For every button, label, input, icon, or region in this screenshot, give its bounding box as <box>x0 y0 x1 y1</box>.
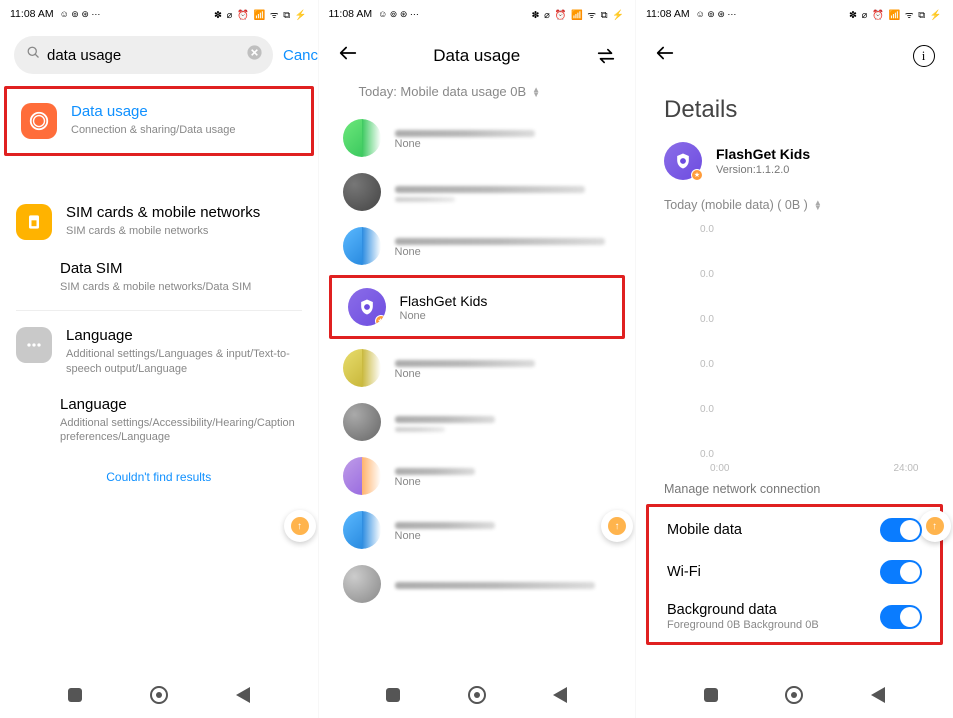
app-row-blurred[interactable]: None <box>319 503 636 557</box>
sort-icon: ▲▼ <box>532 87 540 97</box>
app-row-blurred[interactable]: None <box>319 341 636 395</box>
more-icon <box>16 327 52 363</box>
toggles-highlight: Mobile data Wi-Fi Background data Foregr… <box>646 504 943 645</box>
sim-icon <box>16 204 52 240</box>
result-path: Additional settings/Languages & input/Te… <box>66 347 302 376</box>
nav-home-icon[interactable] <box>150 686 168 704</box>
app-icon <box>343 119 381 157</box>
toggle-switch[interactable] <box>880 518 922 542</box>
flashget-kids-icon: ★ <box>664 142 702 180</box>
result-path: Additional settings/Accessibility/Hearin… <box>60 416 302 445</box>
chart-x-axis: 0:00 24:00 <box>710 463 919 474</box>
app-name: FlashGet Kids <box>400 293 488 309</box>
page-title: Data usage <box>433 46 520 66</box>
nav-recents-icon[interactable] <box>386 688 400 702</box>
result-data-usage[interactable]: Data usage Connection & sharing/Data usa… <box>17 97 301 145</box>
app-row-flashget-highlight: ★ FlashGet Kids None <box>329 275 626 339</box>
app-icon <box>343 349 381 387</box>
data-usage-icon <box>21 103 57 139</box>
app-icon <box>343 565 381 603</box>
app-icon <box>343 511 381 549</box>
result-data-usage-highlight: Data usage Connection & sharing/Data usa… <box>4 86 314 156</box>
back-icon[interactable] <box>654 42 676 70</box>
app-row-blurred[interactable] <box>319 395 636 449</box>
toggle-switch[interactable] <box>880 560 922 584</box>
app-icon <box>343 173 381 211</box>
app-row-blurred[interactable]: None <box>319 219 636 273</box>
today-usage-filter[interactable]: Today: Mobile data usage 0B ▲▼ <box>319 78 636 111</box>
chart-y-axis: 0.0 0.0 0.0 0.0 0.0 0.0 <box>700 224 714 494</box>
toggle-background-data[interactable]: Background data Foreground 0B Background… <box>657 593 932 640</box>
app-row-blurred[interactable]: None <box>319 449 636 503</box>
info-icon[interactable]: i <box>913 45 935 67</box>
app-name: FlashGet Kids <box>716 146 810 162</box>
search-icon <box>26 45 41 65</box>
floating-action-button[interactable]: ↑ <box>601 510 633 542</box>
toggle-label: Wi-Fi <box>667 564 701 580</box>
page-title: Details <box>636 78 953 136</box>
result-data-sim[interactable]: Data SIM SIM cards & mobile networks/Dat… <box>0 250 318 304</box>
app-row-blurred[interactable] <box>319 165 636 219</box>
result-path: SIM cards & mobile networks/Data SIM <box>60 280 251 294</box>
sort-icon: ▲▼ <box>814 200 822 210</box>
toggle-mobile-data[interactable]: Mobile data <box>657 509 932 551</box>
no-results-text: Couldn't find results <box>0 470 318 484</box>
search-input[interactable] <box>47 47 246 64</box>
result-sim-cards[interactable]: SIM cards & mobile networks SIM cards & … <box>0 194 318 250</box>
section-header: Manage network connection <box>636 474 953 504</box>
clear-icon[interactable] <box>246 44 263 66</box>
app-header: ★ FlashGet Kids Version:1.1.2.0 <box>636 136 953 192</box>
toggle-sublabel: Foreground 0B Background 0B <box>667 619 819 631</box>
nav-bar <box>0 678 318 712</box>
nav-bar <box>319 678 636 712</box>
usage-chart: 0.0 0.0 0.0 0.0 0.0 0.0 0:00 24:00 <box>660 224 929 474</box>
toggle-label: Background data <box>667 602 819 618</box>
result-title: Data SIM <box>60 260 251 278</box>
data-filter[interactable]: Today (mobile data) ( 0B ) ▲▼ <box>636 192 953 218</box>
app-row-flashget[interactable]: ★ FlashGet Kids None <box>338 282 617 332</box>
floating-action-button[interactable]: ↑ <box>284 510 316 542</box>
swap-icon[interactable] <box>595 45 617 67</box>
result-title: Data usage <box>71 103 236 121</box>
search-input-container[interactable] <box>14 36 273 74</box>
result-title: SIM cards & mobile networks <box>66 204 260 222</box>
nav-bar <box>636 678 953 712</box>
status-bar: 11:08 AM☺ ⊚ ⊛ ⋯ ✽ ⌀ ⏰ 📶 ᯤ ⧉ ⚡ <box>0 0 318 28</box>
nav-back-icon[interactable] <box>236 687 250 703</box>
app-icon <box>343 457 381 495</box>
app-icon <box>343 403 381 441</box>
result-language-1[interactable]: Language Additional settings/Languages &… <box>0 317 318 386</box>
nav-back-icon[interactable] <box>871 687 885 703</box>
status-bar: 11:08 AM☺ ⊚ ⊛ ⋯ ✽ ⌀ ⏰ 📶 ᯤ ⧉ ⚡ <box>636 0 953 28</box>
app-version: Version:1.1.2.0 <box>716 164 810 176</box>
app-row-blurred[interactable] <box>319 557 636 611</box>
status-bar: 11:08 AM☺ ⊚ ⊛ ⋯ ✽ ⌀ ⏰ 📶 ᯤ ⧉ ⚡ <box>319 0 636 28</box>
result-title: Language <box>60 396 302 414</box>
nav-recents-icon[interactable] <box>704 688 718 702</box>
floating-action-button[interactable]: ↑ <box>919 510 951 542</box>
back-icon[interactable] <box>337 42 359 70</box>
flashget-kids-icon: ★ <box>348 288 386 326</box>
result-path: SIM cards & mobile networks <box>66 224 260 238</box>
app-usage: None <box>400 310 488 322</box>
result-path: Connection & sharing/Data usage <box>71 123 236 137</box>
result-title: Language <box>66 327 302 345</box>
nav-recents-icon[interactable] <box>68 688 82 702</box>
toggle-switch[interactable] <box>880 605 922 629</box>
app-icon <box>343 227 381 265</box>
toggle-label: Mobile data <box>667 522 742 538</box>
cancel-button[interactable]: Cancel <box>283 47 318 64</box>
result-language-2[interactable]: Language Additional settings/Accessibili… <box>0 386 318 455</box>
nav-home-icon[interactable] <box>468 686 486 704</box>
toggle-wifi[interactable]: Wi-Fi <box>657 551 932 593</box>
app-row-blurred[interactable]: None <box>319 111 636 165</box>
nav-back-icon[interactable] <box>553 687 567 703</box>
nav-home-icon[interactable] <box>785 686 803 704</box>
